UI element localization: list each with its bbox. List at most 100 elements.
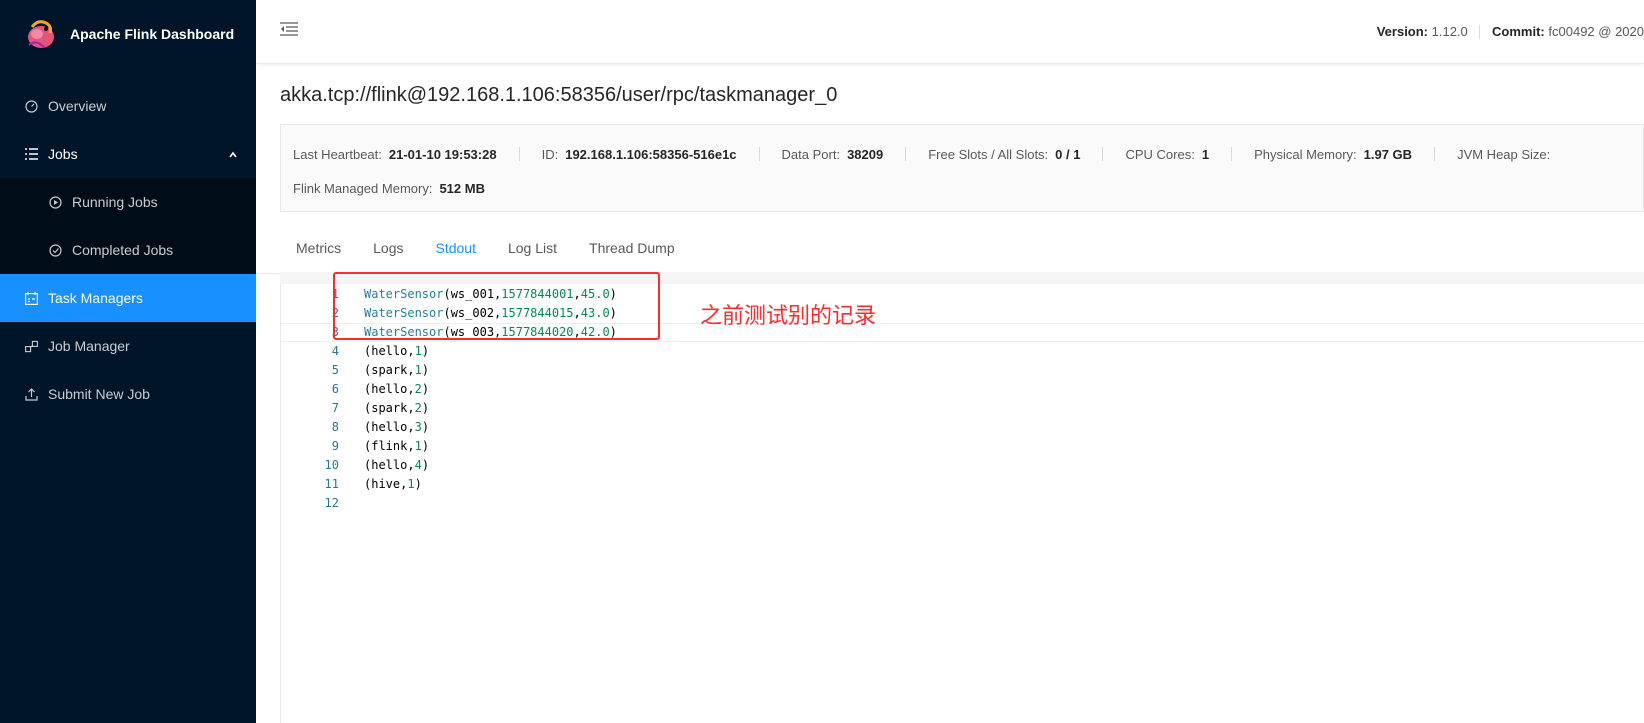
code-line: 4 (hello,1): [281, 341, 1644, 360]
upload-icon: [24, 387, 38, 401]
taskmanager-info-panel: Last Heartbeat: 21-01-10 19:53:28 ID: 192.…: [280, 124, 1644, 212]
version-label: Version:: [1376, 23, 1429, 39]
info-row: Flink Managed Memory: 512 MB: [293, 171, 1631, 205]
line-number: 7: [331, 400, 339, 415]
sidebar-item-running-jobs[interactable]: Running Jobs: [0, 178, 256, 226]
commit-label: Commit:: [1492, 23, 1545, 39]
info-jvm-heap: JVM Heap Size:: [1457, 147, 1550, 162]
list-icon: [24, 147, 38, 161]
info-heartbeat: Last Heartbeat: 21-01-10 19:53:28: [293, 147, 497, 162]
info-slots: Free Slots / All Slots: 0 / 1: [928, 147, 1080, 162]
divider: [758, 147, 760, 161]
play-circle-icon: [48, 195, 62, 209]
info-label: Physical Memory:: [1254, 146, 1357, 162]
page-title: akka.tcp://flink@192.168.1.106:58356/use…: [280, 84, 838, 106]
sidebar-item-overview[interactable]: Overview: [0, 82, 256, 130]
sidebar-menu: Overview Jobs Running Jobs Completed Job…: [0, 82, 256, 418]
sidebar-item-label: Running Jobs: [72, 194, 158, 210]
info-label: ID:: [541, 146, 559, 162]
sidebar-item-jobs[interactable]: Jobs: [0, 130, 256, 178]
line-number: 5: [331, 362, 339, 377]
code-line: 9 (flink,1): [281, 436, 1644, 455]
stdout-editor[interactable]: 1 WaterSensor(ws_001,1577844001,45.0) 2 Wa…: [280, 284, 1644, 723]
tab-log-list[interactable]: Log List: [492, 222, 573, 273]
info-label: CPU Cores:: [1125, 146, 1195, 162]
top-header: Version: 1.12.0 Commit: fc00492 @ 2020: [256, 0, 1644, 64]
code-text: (hello,2): [364, 381, 430, 396]
sidebar-item-label: Job Manager: [48, 338, 130, 354]
info-label: Free Slots / All Slots:: [928, 146, 1049, 162]
line-number: 4: [331, 343, 339, 358]
flink-logo-icon: [28, 20, 54, 48]
code-text: (spark,1): [364, 362, 430, 377]
schedule-icon: [24, 291, 38, 305]
line-number: 3: [331, 324, 339, 339]
info-physical-memory: Physical Memory: 1.97 GB: [1254, 147, 1412, 162]
info-label: Last Heartbeat:: [293, 146, 382, 162]
line-number: 10: [324, 457, 339, 472]
sidebar-item-label: Overview: [48, 98, 107, 114]
line-number: 1: [331, 286, 339, 301]
divider: [1102, 147, 1104, 161]
code-text: (hello,3): [364, 419, 430, 434]
line-number: 11: [324, 476, 339, 491]
info-row: Last Heartbeat: 21-01-10 19:53:28 ID: 192.…: [293, 137, 1631, 171]
divider: [1434, 147, 1436, 161]
sidebar-item-submit-new-job[interactable]: Submit New Job: [0, 370, 256, 418]
menu-fold-icon[interactable]: [280, 22, 298, 41]
version-info: Version: 1.12.0 Commit: fc00492 @ 2020: [1377, 24, 1644, 40]
divider: [1479, 25, 1481, 40]
info-id: ID: 192.168.1.106:58356-516e1c: [542, 147, 737, 162]
sidebar-item-label: Task Managers: [48, 290, 143, 306]
tab-stdout[interactable]: Stdout: [419, 222, 493, 274]
cluster-icon: [24, 339, 38, 353]
code-text: (spark,2): [364, 400, 430, 415]
code-line: 7 (spark,2): [281, 398, 1644, 417]
sidebar-item-label: Submit New Job: [48, 386, 150, 402]
info-value: 192.168.1.106:58356-516e1c: [565, 146, 737, 162]
annotation-text: 之前测试别的记录: [700, 304, 877, 329]
version-value: 1.12.0: [1431, 23, 1468, 39]
code-line: 11 (hive,1): [281, 474, 1644, 493]
tab-logs[interactable]: Logs: [357, 222, 419, 273]
code-line: 10 (hello,4): [281, 455, 1644, 474]
tab-thread-dump[interactable]: Thread Dump: [573, 222, 691, 273]
code-line: 6 (hello,2): [281, 379, 1644, 398]
info-value: 38209: [847, 146, 884, 162]
info-label: Data Port:: [781, 146, 841, 162]
tab-metrics[interactable]: Metrics: [280, 222, 357, 273]
jobs-submenu: Running Jobs Completed Jobs: [0, 178, 256, 274]
code-line: 5 (spark,1): [281, 360, 1644, 379]
info-cpu-cores: CPU Cores: 1: [1125, 147, 1209, 162]
line-number: 2: [331, 305, 339, 320]
chevron-up-icon: [228, 147, 238, 163]
divider: [1231, 147, 1233, 161]
annotation-highlight-box: [333, 272, 660, 340]
code-text: (flink,1): [364, 438, 430, 453]
sidebar-item-job-manager[interactable]: Job Manager: [0, 322, 256, 370]
info-label: Flink Managed Memory:: [293, 180, 433, 196]
line-number: 12: [324, 495, 339, 510]
info-value: 21-01-10 19:53:28: [388, 146, 497, 162]
brand[interactable]: Apache Flink Dashboard: [0, 0, 256, 68]
divider: [905, 147, 907, 161]
info-value: 0 / 1: [1055, 146, 1081, 162]
line-number: 9: [331, 438, 339, 453]
sidebar: Apache Flink Dashboard Overview Jobs Run…: [0, 0, 256, 723]
info-value: 1.97 GB: [1363, 146, 1413, 162]
sidebar-item-label: Jobs: [48, 146, 78, 162]
line-number: 6: [331, 381, 339, 396]
info-data-port: Data Port: 38209: [782, 147, 884, 162]
code-text: (hello,1): [364, 343, 430, 358]
sidebar-item-completed-jobs[interactable]: Completed Jobs: [0, 226, 256, 274]
code-text: (hello,4): [364, 457, 430, 472]
info-value: 512 MB: [439, 180, 485, 196]
info-managed-memory: Flink Managed Memory: 512 MB: [293, 181, 485, 196]
commit-value: fc00492 @ 2020: [1548, 23, 1644, 39]
code-text: (hive,1): [364, 476, 422, 491]
check-circle-icon: [48, 243, 62, 257]
sidebar-item-task-managers[interactable]: Task Managers: [0, 274, 256, 322]
sidebar-item-label: Completed Jobs: [72, 242, 174, 258]
code-line: 12: [281, 493, 1644, 512]
dashboard-icon: [24, 99, 38, 113]
